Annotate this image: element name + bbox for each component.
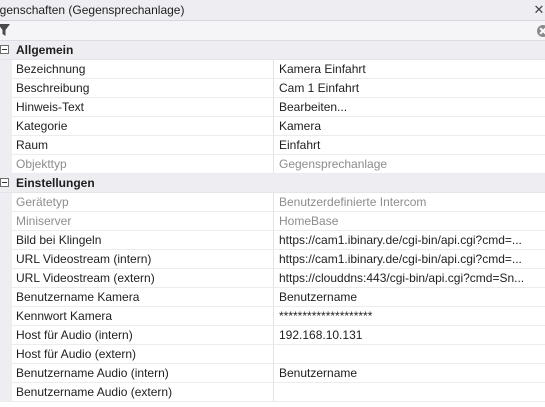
property-row-geraetetyp: Gerätetyp Benutzerdefinierte Intercom [0,193,545,212]
property-value[interactable]: Kamera [275,117,545,135]
property-toolbar [0,21,545,41]
property-name: Bezeichnung [12,60,274,78]
property-value[interactable] [275,345,545,363]
property-row-beschreibung[interactable]: Beschreibung Cam 1 Einfahrt [0,79,545,98]
property-value[interactable] [275,383,545,401]
panel-title: igenschaften (Gegensprechanlage) [0,3,185,17]
property-value[interactable]: 192.168.10.131 [275,326,545,344]
property-name: Bild bei Klingeln [12,231,274,249]
property-row-bezeichnung[interactable]: Bezeichnung Kamera Einfahrt [0,60,545,79]
property-row-miniserver: Miniserver HomeBase [0,212,545,231]
category-einstellungen[interactable]: Einstellungen [0,174,545,193]
property-row-objekttyp: Objekttyp Gegensprechanlage [0,155,545,174]
collapse-icon[interactable] [0,45,9,54]
collapse-icon[interactable] [0,178,9,187]
property-value[interactable]: https://cam1.ibinary.de/cgi-bin/api.cgi?… [275,231,545,249]
property-name: Hinweis-Text [12,98,274,116]
category-label: Einstellungen [16,176,95,190]
property-value[interactable]: Einfahrt [275,136,545,154]
property-value[interactable]: Benutzername [275,288,545,306]
property-row-hinweis-text[interactable]: Hinweis-Text Bearbeiten... [0,98,545,117]
property-row-benutzername-kamera[interactable]: Benutzername Kamera Benutzername [0,288,545,307]
property-row-raum[interactable]: Raum Einfahrt [0,136,545,155]
property-name: Benutzername Audio (intern) [12,364,274,382]
property-row-url-videostream-extern[interactable]: URL Videostream (extern) https://clouddn… [0,269,545,288]
property-value: Gegensprechanlage [279,157,388,171]
property-name: Gerätetyp [12,193,274,211]
property-name: Beschreibung [12,79,274,97]
category-label: Allgemein [16,43,74,57]
property-value[interactable]: Cam 1 Einfahrt [275,79,545,97]
property-value[interactable]: Benutzername [275,364,545,382]
property-name: Objekttyp [12,155,274,173]
property-value[interactable]: https://cam1.ibinary.de/cgi-bin/api.cgi?… [275,250,545,268]
property-name: URL Videostream (extern) [12,269,274,287]
property-row-bild-bei-klingeln[interactable]: Bild bei Klingeln https://cam1.ibinary.d… [0,231,545,250]
property-grid: Allgemein Bezeichnung Kamera Einfahrt Be… [0,41,545,407]
property-row-kategorie[interactable]: Kategorie Kamera [0,117,545,136]
property-row-benutzername-audio-extern[interactable]: Benutzername Audio (extern) [0,383,545,402]
property-row-host-audio-intern[interactable]: Host für Audio (intern) 192.168.10.131 [0,326,545,345]
panel-title-bar: igenschaften (Gegensprechanlage) ✕ [0,0,545,21]
property-row-url-videostream-intern[interactable]: URL Videostream (intern) https://cam1.ib… [0,250,545,269]
property-name: Raum [12,136,274,154]
property-row-kennwort-kamera[interactable]: Kennwort Kamera ******************** [0,307,545,326]
property-name: Host für Audio (intern) [12,326,274,344]
property-name: Benutzername Audio (extern) [12,383,274,401]
property-name: URL Videostream (intern) [12,250,274,268]
clear-icon[interactable] [537,25,545,37]
property-name: Host für Audio (extern) [12,345,274,363]
property-value[interactable]: https://clouddns:443/cgi-bin/api.cgi?cmd… [275,269,545,287]
property-name: Miniserver [12,212,274,230]
property-row-host-audio-extern[interactable]: Host für Audio (extern) [0,345,545,364]
property-name: Kennwort Kamera [12,307,274,325]
property-value[interactable]: Kamera Einfahrt [275,60,545,78]
property-value[interactable]: Bearbeiten... [275,98,545,116]
category-allgemein[interactable]: Allgemein [0,41,545,60]
filter-icon[interactable] [0,24,10,37]
property-name: Kategorie [12,117,274,135]
property-value[interactable]: ******************** [275,307,545,325]
property-name: Benutzername Kamera [12,288,274,306]
property-value: HomeBase [279,214,339,228]
property-row-benutzername-audio-intern[interactable]: Benutzername Audio (intern) Benutzername [0,364,545,383]
close-icon[interactable]: ✕ [532,1,545,19]
property-value: Benutzerdefinierte Intercom [279,195,427,209]
